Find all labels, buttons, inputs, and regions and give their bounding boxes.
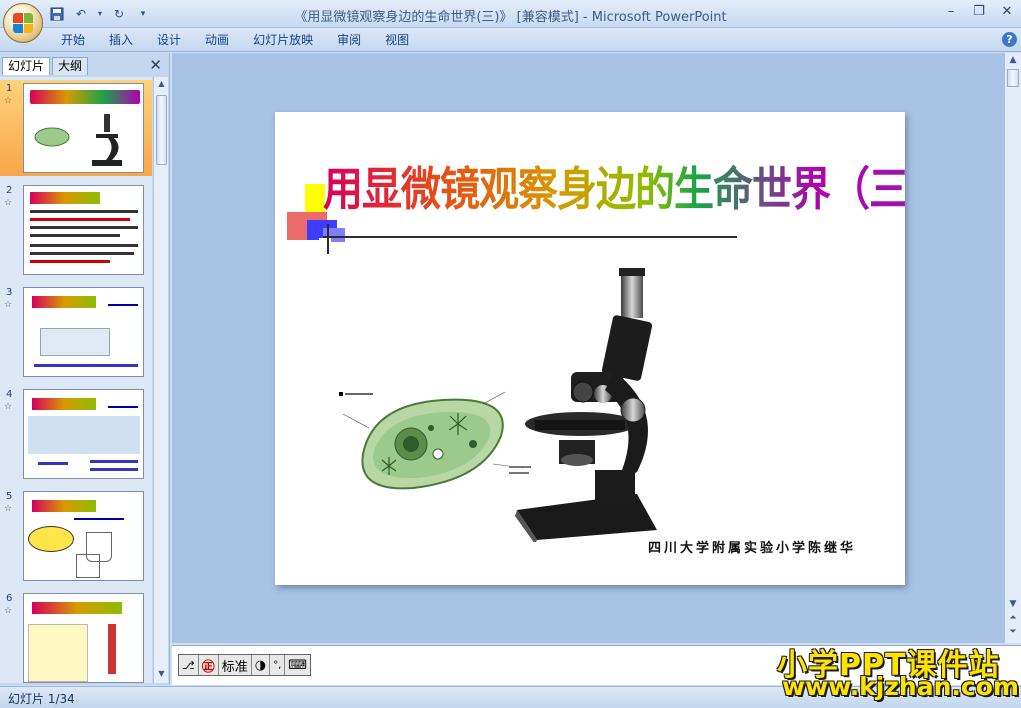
half-width-icon[interactable]: ◑ — [252, 655, 271, 675]
animation-star-icon: ☆ — [4, 606, 13, 616]
window-title: 《用显微镜观察身边的生命世界(三)》 [兼容模式] - Microsoft Po… — [294, 10, 727, 25]
soft-keyboard-icon[interactable]: ⌨ — [285, 655, 310, 675]
tab-slide-show[interactable]: 幻灯片放映 — [241, 31, 325, 49]
slide-thumb-5[interactable]: 5 ☆ — [0, 488, 152, 584]
animation-star-icon: ☆ — [4, 402, 13, 412]
slide-thumb-2[interactable]: 2 ☆ — [0, 182, 152, 278]
watermark-url: www.kjzhan.com — [782, 672, 1019, 701]
animation-star-icon: ☆ — [4, 504, 13, 514]
ribbon-tabs: 开始 插入 设计 动画 幻灯片放映 审阅 视图 — [49, 31, 421, 49]
slide-preview — [23, 287, 144, 377]
thumbnails-scrollbar[interactable]: ▲ ▼ — [153, 77, 168, 683]
tab-animations[interactable]: 动画 — [193, 31, 241, 49]
previous-slide-icon[interactable]: ⏶ — [1007, 613, 1019, 623]
slide-counter: 幻灯片 1/34 — [8, 692, 75, 706]
slide-title[interactable]: 用显微镜观察身边的生命世界（三） — [323, 152, 905, 219]
title-marker — [327, 224, 329, 254]
title-bar: ↶ ▾ ↻ ▾ 《用显微镜观察身边的生命世界(三)》 [兼容模式] - Micr… — [0, 0, 1021, 28]
slide-editor: 用显微镜观察身边的生命世界（三） 四川大学附属实验小学陈继华 — [172, 53, 1004, 643]
office-button[interactable] — [3, 3, 43, 43]
slides-pane: 幻灯片 大纲 ✕ 1 ☆ 2 ☆ 3 ☆ 4 ☆ 5 ☆ 6 ☆ ▲ ▼ — [0, 53, 170, 685]
current-slide[interactable]: 用显微镜观察身边的生命世界（三） 四川大学附属实验小学陈继华 — [275, 112, 905, 585]
slide-thumb-6[interactable]: 6 ☆ — [0, 590, 152, 683]
scroll-up-icon[interactable]: ▲ — [1007, 55, 1019, 65]
scrollbar-thumb[interactable] — [156, 95, 167, 165]
animation-star-icon: ☆ — [4, 300, 13, 310]
scroll-down-icon[interactable]: ▼ — [1007, 599, 1019, 609]
slide-number: 2 — [6, 185, 13, 196]
slide-preview — [23, 389, 144, 479]
animation-star-icon: ☆ — [4, 198, 13, 208]
tab-view[interactable]: 视图 — [373, 31, 421, 49]
ime-mode-label[interactable]: 标准 — [219, 655, 252, 675]
slide-thumb-1[interactable]: 1 ☆ — [0, 80, 152, 176]
slide-number: 1 — [6, 83, 13, 94]
punctuation-icon[interactable]: °, — [270, 655, 286, 675]
slide-preview — [23, 185, 144, 275]
slide-author[interactable]: 四川大学附属实验小学陈继华 — [648, 537, 856, 556]
tab-review[interactable]: 审阅 — [325, 31, 373, 49]
slide-thumb-4[interactable]: 4 ☆ — [0, 386, 152, 482]
window-controls: – ❐ ✕ — [943, 4, 1015, 19]
editor-scrollbar[interactable]: ▲ ▼ ⏶ ⏷ — [1004, 53, 1021, 643]
animation-star-icon: ☆ — [4, 96, 13, 106]
tab-insert[interactable]: 插入 — [97, 31, 145, 49]
tab-design[interactable]: 设计 — [145, 31, 193, 49]
close-pane-icon[interactable]: ✕ — [149, 56, 162, 74]
title-underline — [323, 236, 737, 238]
tab-outline[interactable]: 大纲 — [52, 57, 89, 75]
microscope-illustration — [515, 268, 657, 542]
slide-number: 3 — [6, 287, 13, 298]
minimize-icon[interactable]: – — [943, 4, 959, 19]
pane-tabs: 幻灯片 大纲 ✕ — [0, 55, 170, 75]
slide-number: 5 — [6, 491, 13, 502]
scroll-down-icon[interactable]: ▼ — [156, 669, 167, 681]
slide-preview — [23, 83, 144, 173]
help-icon[interactable]: ? — [1002, 32, 1017, 47]
office-logo-icon — [13, 13, 33, 33]
next-slide-icon[interactable]: ⏷ — [1007, 627, 1019, 637]
slide-thumbnails: 1 ☆ 2 ☆ 3 ☆ 4 ☆ 5 ☆ 6 ☆ — [0, 77, 152, 683]
ribbon: 开始 插入 设计 动画 幻灯片放映 审阅 视图 ? — [0, 28, 1021, 52]
tab-slides[interactable]: 幻灯片 — [2, 57, 51, 75]
ime-toggle-icon[interactable]: ⎇ — [179, 655, 199, 675]
slide-number: 4 — [6, 389, 13, 400]
ime-toolbar: ⎇ ㊣ 标准 ◑ °, ⌨ — [178, 654, 312, 676]
slide-thumb-3[interactable]: 3 ☆ — [0, 284, 152, 380]
paramecium-illustration — [339, 391, 531, 490]
restore-icon[interactable]: ❐ — [971, 4, 987, 19]
close-icon[interactable]: ✕ — [999, 4, 1015, 19]
slide-preview — [23, 593, 144, 683]
scroll-up-icon[interactable]: ▲ — [156, 79, 167, 91]
slide-number: 6 — [6, 593, 13, 604]
tab-home[interactable]: 开始 — [49, 31, 97, 49]
ime-logo-icon[interactable]: ㊣ — [199, 655, 219, 675]
scrollbar-thumb[interactable] — [1007, 69, 1019, 87]
slide-preview — [23, 491, 144, 581]
